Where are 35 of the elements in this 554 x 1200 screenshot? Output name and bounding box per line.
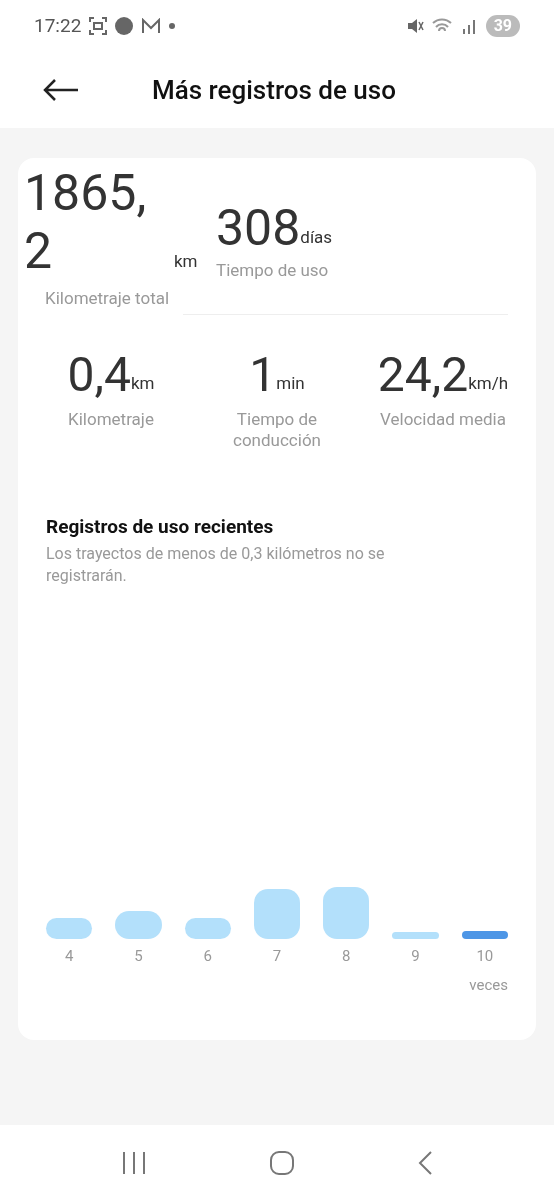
- page-title: Más registros de uso: [152, 73, 396, 107]
- axis-label: 9: [410, 946, 421, 967]
- stat-unit: km/h: [468, 372, 509, 395]
- stat-label: Tiempo de conducción: [232, 408, 322, 451]
- section-note: Los trayectos de menos de 0,3 kilómetros no se registrarán.: [46, 543, 386, 587]
- section-title: Registros de uso recientes: [46, 513, 275, 540]
- axis-label: 4: [63, 946, 75, 967]
- axis-label: 8: [341, 946, 352, 967]
- axis-label: 6: [202, 946, 213, 967]
- status-time: 17:22: [34, 12, 82, 39]
- back-icon[interactable]: [417, 1149, 433, 1176]
- stat-unit: km: [174, 249, 198, 273]
- axis-label: 10: [475, 946, 495, 967]
- stat-value: 308: [216, 202, 301, 254]
- home-icon[interactable]: [269, 1149, 295, 1176]
- axis-unit: veces: [469, 974, 508, 996]
- battery-indicator: 39: [485, 15, 520, 37]
- axis-label: 5: [133, 946, 144, 967]
- dot-icon: [169, 23, 176, 29]
- stat-label: Velocidad media: [380, 408, 506, 430]
- stat-value: 0,4: [67, 346, 131, 403]
- stat-value: 24,2: [377, 346, 469, 403]
- mute-icon: [405, 17, 424, 35]
- axis-label: 7: [271, 946, 283, 967]
- stat-value: 1865,2: [24, 164, 148, 280]
- stat-unit: km: [130, 372, 155, 395]
- stat-unit: min: [276, 372, 305, 395]
- signal-icon: [461, 18, 478, 34]
- stat-unit: días: [300, 225, 333, 249]
- stat-label: Kilometraje total: [45, 287, 171, 310]
- stat-value: 1: [249, 346, 277, 403]
- recent-apps-icon[interactable]: [121, 1150, 147, 1175]
- stat-label: Kilometraje: [68, 408, 154, 430]
- stat-label: Tiempo de uso: [216, 259, 330, 282]
- screenshot-icon: [89, 17, 108, 35]
